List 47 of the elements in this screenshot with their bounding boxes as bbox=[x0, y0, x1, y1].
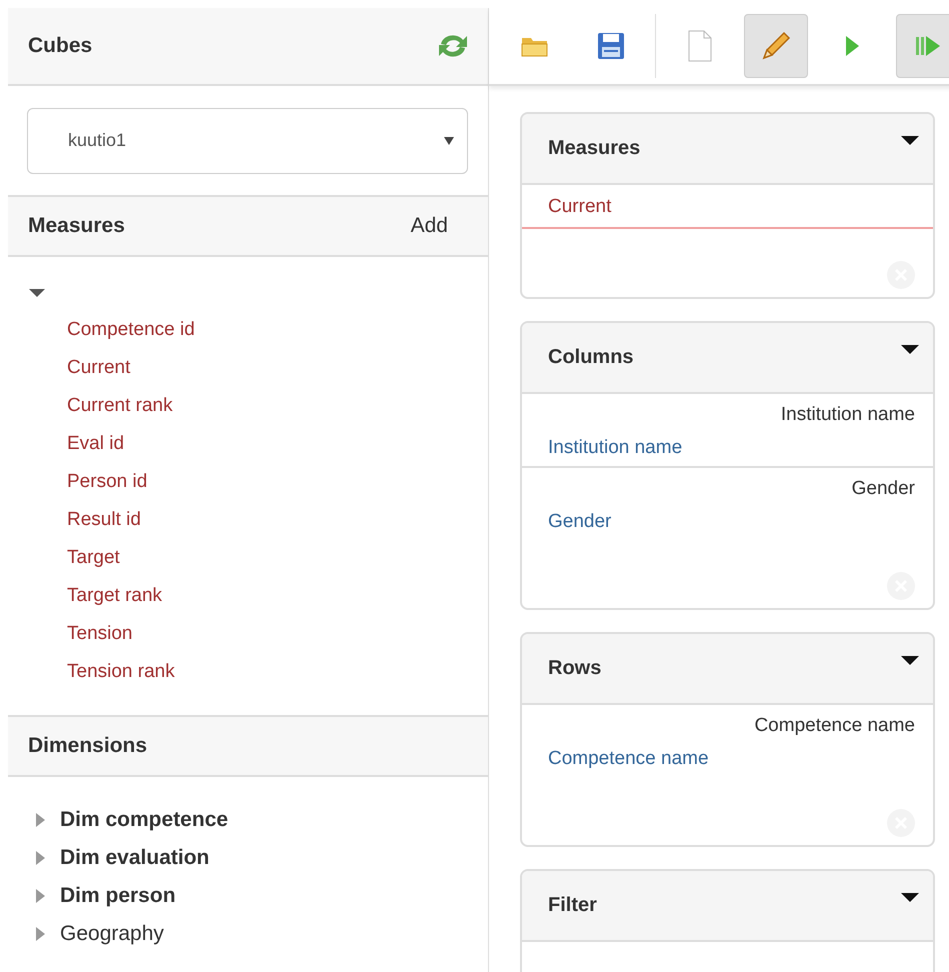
card-title: Rows bbox=[548, 657, 602, 680]
expand-toggle-icon[interactable] bbox=[28, 287, 46, 299]
expand-arrow-icon[interactable] bbox=[34, 849, 46, 867]
level-chip[interactable]: Competence name bbox=[548, 745, 915, 777]
edit-button[interactable] bbox=[744, 14, 808, 78]
measure-item[interactable]: Target rank bbox=[67, 577, 162, 615]
section-title: Measures bbox=[28, 214, 125, 238]
level-chip[interactable]: Institution name bbox=[548, 434, 915, 466]
save-icon bbox=[596, 31, 626, 61]
panel-title: Cubes bbox=[28, 34, 92, 58]
group-header: Institution name bbox=[780, 404, 915, 426]
measure-item[interactable]: Competence id bbox=[67, 311, 195, 349]
fast-play-icon bbox=[914, 33, 942, 59]
card-title: Filter bbox=[548, 894, 597, 917]
pencil-icon bbox=[760, 30, 792, 62]
expand-arrow-icon[interactable] bbox=[34, 887, 46, 905]
document-icon bbox=[687, 30, 713, 62]
add-button[interactable]: Add bbox=[410, 214, 468, 238]
measure-item[interactable]: Person id bbox=[67, 463, 148, 501]
measure-chip[interactable]: Current bbox=[522, 185, 933, 229]
level-chip[interactable]: Gender bbox=[548, 508, 915, 540]
play-icon bbox=[843, 33, 861, 59]
measure-item[interactable]: Target bbox=[67, 539, 120, 577]
dimension-item[interactable]: Dim competence bbox=[60, 808, 228, 832]
dimension-item[interactable]: Dim evaluation bbox=[60, 846, 210, 870]
measure-item[interactable]: Tension bbox=[67, 615, 132, 653]
dropdown-caret-icon[interactable] bbox=[901, 136, 919, 146]
card-title: Measures bbox=[548, 137, 640, 160]
group-header: Gender bbox=[852, 478, 915, 500]
measure-item[interactable]: Current bbox=[67, 349, 130, 387]
measure-item[interactable]: Eval id bbox=[67, 425, 124, 463]
measure-item[interactable]: Result id bbox=[67, 501, 141, 539]
group-header: Competence name bbox=[754, 715, 915, 737]
measure-item[interactable]: Current rank bbox=[67, 387, 173, 425]
expand-arrow-icon[interactable] bbox=[34, 811, 46, 829]
dimension-item[interactable]: Dim person bbox=[60, 884, 176, 908]
dropdown-caret-icon[interactable] bbox=[901, 345, 919, 355]
expand-arrow-icon[interactable] bbox=[34, 925, 46, 943]
section-title: Dimensions bbox=[28, 734, 148, 758]
dimension-item[interactable]: Geography bbox=[60, 922, 164, 946]
cube-select[interactable]: kuutio1 bbox=[27, 108, 468, 174]
dropdown-caret-icon bbox=[443, 136, 455, 146]
card-title: Columns bbox=[548, 346, 634, 369]
measure-item[interactable]: Tension rank bbox=[67, 653, 175, 691]
run-all-button[interactable] bbox=[896, 14, 949, 78]
dropdown-caret-icon[interactable] bbox=[901, 656, 919, 666]
dropdown-caret-icon[interactable] bbox=[901, 893, 919, 903]
